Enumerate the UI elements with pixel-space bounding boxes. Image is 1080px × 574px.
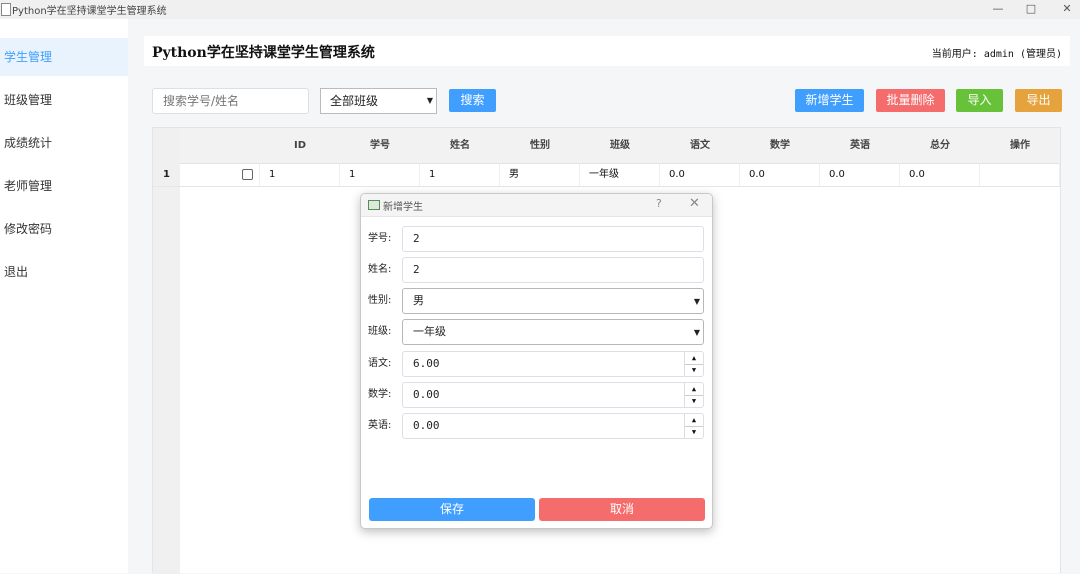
cell-math[interactable]: 0.0 [740,163,820,186]
sidebar-item-class-management[interactable]: 班级管理 [0,81,128,119]
chinese-score-label: 语文: [368,358,392,369]
class-label: 班级: [368,326,392,337]
column-header[interactable]: ID [260,128,340,163]
spin-buttons: ▲ ▼ [684,414,703,438]
english-score-value: 0.00 [413,419,440,432]
cell-gender[interactable]: 男 [500,163,580,186]
save-button[interactable]: 保存 [369,498,535,521]
row-number-column [153,128,180,574]
column-header[interactable]: 性别 [500,128,580,163]
dropdown-arrow-icon: ▼ [426,96,433,105]
sidebar-item-score-statistics[interactable]: 成绩统计 [0,124,128,162]
dialog-titlebar: 新增学生 ? ✕ [361,194,712,217]
export-button[interactable]: 导出 [1015,89,1062,112]
cell-class[interactable]: 一年级 [580,163,660,186]
column-header[interactable]: 姓名 [420,128,500,163]
row-checkbox[interactable] [242,169,253,180]
cell-chinese[interactable]: 0.0 [660,163,740,186]
column-header[interactable]: 班级 [580,128,660,163]
app-icon [1,3,11,16]
sidebar: 学生管理 班级管理 成绩统计 老师管理 修改密码 退出 [0,19,128,573]
column-header[interactable]: 语文 [660,128,740,163]
sidebar-item-change-password[interactable]: 修改密码 [0,210,128,248]
window-icon [368,200,380,210]
column-header[interactable]: 操作 [980,128,1060,163]
window-title: Python学在坚持课堂学生管理系统 [12,6,167,17]
english-score-label: 英语: [368,420,392,431]
column-header[interactable]: 学号 [340,128,420,163]
gender-value: 男 [413,294,424,307]
row-select-cell [180,163,260,186]
spin-buttons: ▲ ▼ [684,352,703,376]
sidebar-item-teacher-management[interactable]: 老师管理 [0,167,128,205]
dialog-title: 新增学生 [383,202,423,213]
student-no-label: 学号: [368,233,392,244]
spin-buttons: ▲ ▼ [684,383,703,407]
page-header: Python学在坚持课堂学生管理系统 当前用户: admin (管理员) [144,36,1070,66]
math-score-value: 0.00 [413,388,440,401]
gender-label: 性别: [368,295,392,306]
spin-down-icon[interactable]: ▼ [685,364,703,376]
search-input[interactable] [152,88,309,114]
page-title: Python学在坚持课堂学生管理系统 [152,45,375,61]
column-header[interactable]: 总分 [900,128,980,163]
close-icon[interactable]: ✕ [689,196,700,211]
dropdown-arrow-icon: ▼ [693,328,700,337]
class-select[interactable]: 一年级 ▼ [402,319,704,345]
batch-delete-button[interactable]: 批量删除 [876,89,945,112]
cell-total[interactable]: 0.0 [900,163,980,186]
math-score-label: 数学: [368,389,392,400]
dropdown-arrow-icon: ▼ [693,297,700,306]
current-user-label: 当前用户: admin (管理员) [931,49,1062,60]
cell-id[interactable]: 1 [260,163,340,186]
sidebar-item-student-management[interactable]: 学生管理 [0,38,128,76]
name-label: 姓名: [368,264,392,275]
add-student-button[interactable]: 新增学生 [795,89,864,112]
student-no-field[interactable]: 2 [402,226,704,252]
class-filter-select[interactable]: 全部班级 ▼ [320,88,437,114]
column-header[interactable]: 英语 [820,128,900,163]
maximize-button[interactable]: □ [1016,0,1046,19]
spin-down-icon[interactable]: ▼ [685,395,703,407]
class-filter-value: 全部班级 [330,94,379,108]
math-score-spinbox[interactable]: 0.00 ▲ ▼ [402,382,704,408]
column-header[interactable]: 数学 [740,128,820,163]
cell-english[interactable]: 0.0 [820,163,900,186]
cell-actions[interactable] [980,163,1060,186]
cell-name[interactable]: 1 [420,163,500,186]
import-button[interactable]: 导入 [956,89,1003,112]
close-window-button[interactable]: ✕ [1052,0,1080,19]
english-score-spinbox[interactable]: 0.00 ▲ ▼ [402,413,704,439]
cancel-button[interactable]: 取消 [539,498,705,521]
add-student-dialog: 新增学生 ? ✕ 学号: 2 姓名: 2 性别: 男 ▼ 班级: 一年级 ▼ 语… [360,193,713,529]
help-icon[interactable]: ? [656,197,662,210]
gender-select[interactable]: 男 ▼ [402,288,704,314]
table-header: ID 学号 姓名 性别 班级 语文 数学 英语 总分 操作 [180,128,1060,164]
window-titlebar: Python学在坚持课堂学生管理系统 — □ ✕ [0,0,1080,19]
chinese-score-value: 6.00 [413,357,440,370]
name-field[interactable]: 2 [402,257,704,283]
sidebar-item-logout[interactable]: 退出 [0,253,128,291]
chinese-score-spinbox[interactable]: 6.00 ▲ ▼ [402,351,704,377]
class-value: 一年级 [413,325,446,338]
cell-student-no[interactable]: 1 [340,163,420,186]
spin-down-icon[interactable]: ▼ [685,426,703,438]
minimize-button[interactable]: — [983,0,1013,19]
table-row[interactable]: 1 1 1 男 一年级 0.0 0.0 0.0 0.0 [153,163,1060,187]
search-button[interactable]: 搜索 [449,89,496,112]
